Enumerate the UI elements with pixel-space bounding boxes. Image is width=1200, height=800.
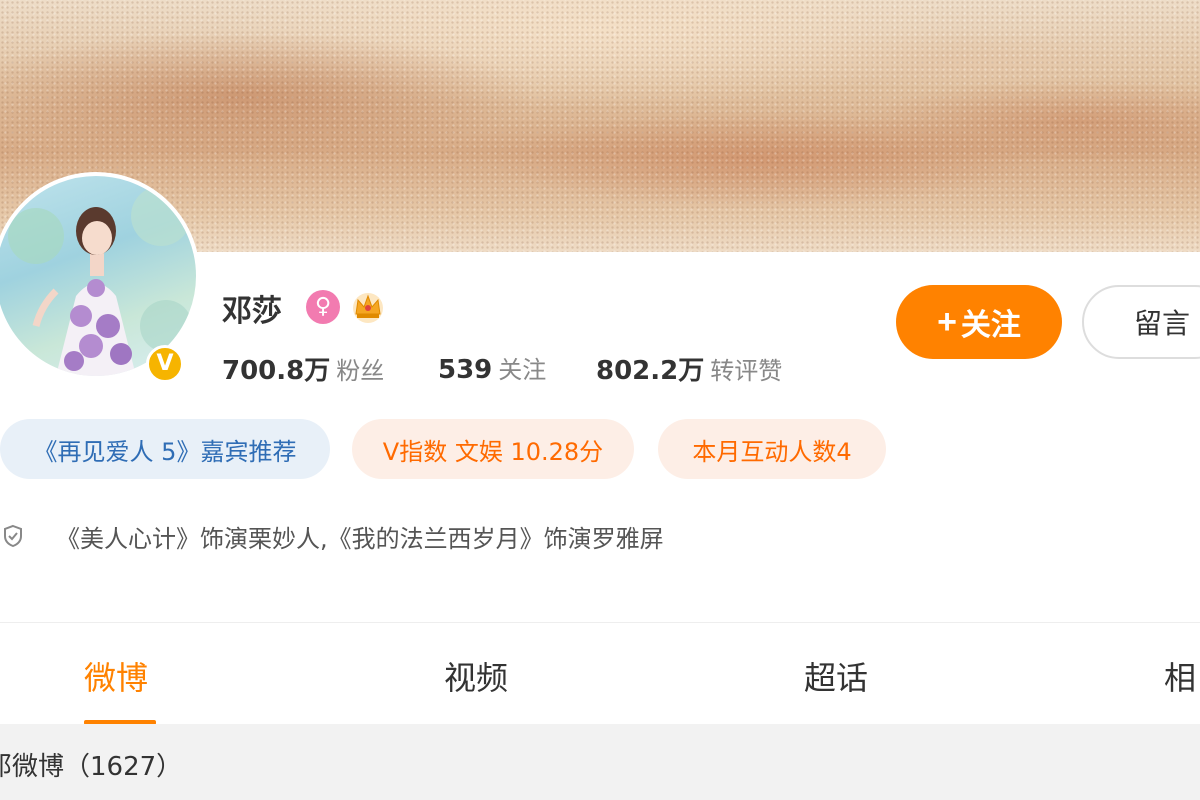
stat-number: 700.8万 (222, 356, 331, 386)
tag-v-index[interactable]: V指数 文娱 10.28分 (352, 419, 634, 479)
follow-button[interactable]: + 关注 (896, 285, 1062, 359)
stat-label: 粉丝 (336, 357, 385, 385)
feed-title: 邓微博（1627） (0, 752, 183, 782)
profile-name: 邓莎 (222, 294, 282, 329)
tag-label: 本月互动人数4 (692, 437, 852, 466)
feed-header: 邓微博（1627） (0, 724, 1200, 800)
tag-label: V指数 文娱 10.28分 (382, 437, 604, 466)
stat-following[interactable]: 539 关注 (438, 350, 546, 385)
stat-interactions[interactable]: 802.2万 转评赞 (596, 350, 782, 387)
message-button[interactable]: 留言 (1082, 285, 1200, 359)
stat-label: 转评赞 (710, 357, 783, 385)
female-icon: ♀ (306, 290, 340, 324)
shield-icon (4, 524, 22, 548)
tag-monthly-interactions[interactable]: 本月互动人数4 (658, 419, 886, 479)
profile-tabs: 微博 视频 超话 相 (0, 622, 1200, 725)
tag-label: 《再见爱人 5》嘉宾推荐 (33, 437, 297, 466)
tag-guest-recommendation[interactable]: 《再见爱人 5》嘉宾推荐 (0, 419, 330, 479)
tab-super-topic[interactable]: 超话 (804, 653, 868, 699)
bio-row: 《美人心计》饰演栗妙人,《我的法兰西岁月》饰演罗雅屏 (0, 516, 664, 556)
tab-weibo[interactable]: 微博 (84, 653, 148, 699)
message-label: 留言 (1134, 307, 1191, 340)
stat-number: 539 (438, 355, 493, 385)
stat-label: 关注 (498, 356, 547, 384)
bio-text: 《美人心计》饰演栗妙人,《我的法兰西岁月》饰演罗雅屏 (56, 524, 664, 553)
stat-number: 802.2万 (596, 356, 705, 386)
stat-followers[interactable]: 700.8万 粉丝 (222, 350, 384, 387)
tab-album[interactable]: 相 (1164, 653, 1196, 699)
crown-icon[interactable] (350, 288, 386, 324)
follow-label: 关注 (960, 309, 1021, 342)
verified-badge-icon: V (146, 345, 184, 383)
plus-icon: + (937, 302, 957, 341)
tab-video[interactable]: 视频 (444, 653, 508, 699)
